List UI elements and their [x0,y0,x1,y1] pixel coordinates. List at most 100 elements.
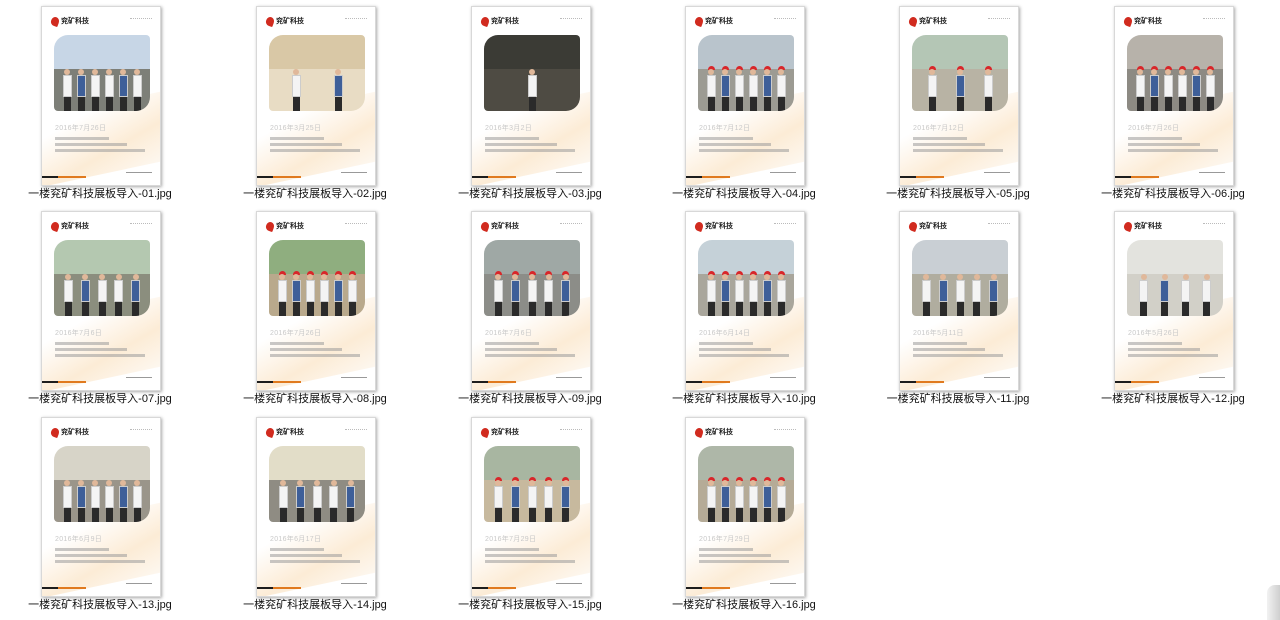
file-item[interactable]: 兖矿科技 2016年7月29日 一楼兖矿科技展板导入-15.jpg [430,411,630,611]
panel-date: 2016年7月6日 [485,330,533,337]
header-rule [345,223,367,226]
file-name-label[interactable]: 一楼兖矿科技展板导入-05.jpg [858,185,1058,201]
file-item[interactable]: 兖矿科技 2016年6月14日 一楼兖矿科技展板导入-10.jpg [644,205,844,405]
footer-mark [126,377,152,381]
file-item[interactable]: 兖矿科技 2016年7月6日 一楼兖矿科技展板导入-07.jpg [0,205,200,405]
panel-photo [484,35,580,111]
file-name-label[interactable]: 一楼兖矿科技展板导入-01.jpg [0,185,200,201]
brand-text: 兖矿科技 [705,429,733,436]
file-item[interactable]: 兖矿科技 2016年7月26日 一楼兖矿科技展板导入-06.jpg [1073,0,1273,200]
footer-mark [341,377,367,381]
file-item[interactable]: 兖矿科技 2016年3月2日 一楼兖矿科技展板导入-03.jpg [430,0,630,200]
panel-date: 2016年6月9日 [55,536,103,543]
panel-caption [55,342,145,360]
photo-person [955,66,965,111]
file-name-label[interactable]: 一楼兖矿科技展板导入-09.jpg [430,390,630,406]
file-thumbnail[interactable]: 兖矿科技 2016年7月29日 [471,417,591,597]
footer-mark [770,377,796,381]
file-thumbnail[interactable]: 兖矿科技 2016年3月2日 [471,6,591,186]
brand-logo: 兖矿科技 [907,15,947,27]
scroll-handle[interactable] [1267,585,1280,620]
panel-date: 2016年7月29日 [699,536,751,543]
file-thumbnail[interactable]: 兖矿科技 2016年7月6日 [471,211,591,391]
file-item[interactable]: 兖矿科技 2016年7月26日 一楼兖矿科技展板导入-01.jpg [0,0,200,200]
header-rule [988,18,1010,21]
footer-mark [770,583,796,587]
file-item[interactable]: 兖矿科技 2016年5月11日 一楼兖矿科技展板导入-11.jpg [858,205,1058,405]
panel-date: 2016年7月12日 [913,125,965,132]
file-name-label[interactable]: 一楼兖矿科技展板导入-06.jpg [1073,185,1273,201]
panel-caption [699,137,789,155]
file-thumbnail[interactable]: 兖矿科技 2016年5月11日 [899,211,1019,391]
footer-accent-bar [1115,176,1159,178]
photo-person [706,271,716,316]
photo-person [720,271,730,316]
file-item[interactable]: 兖矿科技 2016年7月12日一楼兖矿科技展板导入-05.jpg [858,0,1058,200]
flame-icon [1122,15,1134,27]
photo-person [776,271,786,316]
file-item[interactable]: 兖矿科技 2016年6月17日 一楼兖矿科技展板导入-14.jpg [215,411,415,611]
file-name-label[interactable]: 一楼兖矿科技展板导入-11.jpg [858,390,1058,406]
file-item[interactable]: 兖矿科技 2016年7月26日 一楼兖矿科技展板导入-08.jpg [215,205,415,405]
file-thumbnail[interactable]: 兖矿科技 2016年7月26日 [41,6,161,186]
header-rule [774,429,796,432]
flame-icon [264,15,276,27]
photo-person [748,271,758,316]
panel-date: 2016年7月26日 [270,330,322,337]
file-item[interactable]: 兖矿科技 2016年5月26日 一楼兖矿科技展板导入-12.jpg [1073,205,1273,405]
file-name-label[interactable]: 一楼兖矿科技展板导入-07.jpg [0,390,200,406]
photo-background [698,35,794,70]
file-name-label[interactable]: 一楼兖矿科技展板导入-13.jpg [0,596,200,612]
header-rule [560,223,582,226]
photo-person [114,274,124,316]
file-name-label[interactable]: 一楼兖矿科技展板导入-03.jpg [430,185,630,201]
photo-person [118,480,128,522]
flame-icon [693,426,705,438]
file-item[interactable]: 兖矿科技 2016年6月9日 一楼兖矿科技展板导入-13.jpg [0,411,200,611]
panel-caption [55,137,145,155]
photo-person [762,271,772,316]
panel-date: 2016年7月26日 [55,125,107,132]
photo-person [955,274,965,316]
file-thumbnail[interactable]: 兖矿科技 2016年7月26日 [256,211,376,391]
file-name-label[interactable]: 一楼兖矿科技展板导入-12.jpg [1073,390,1273,406]
photo-person [80,274,90,316]
file-name-label[interactable]: 一楼兖矿科技展板导入-14.jpg [215,596,415,612]
brand-text: 兖矿科技 [491,18,519,25]
photo-person [762,477,772,522]
file-thumbnail[interactable]: 兖矿科技 2016年3月25日 [256,6,376,186]
panel-photo [484,446,580,522]
file-name-label[interactable]: 一楼兖矿科技展板导入-04.jpg [644,185,844,201]
photo-person [720,477,730,522]
photo-person [76,69,86,111]
panel-photo [54,35,150,111]
photo-person [527,69,537,111]
file-thumbnail[interactable]: 兖矿科技 2016年7月29日 [685,417,805,597]
file-thumbnail[interactable]: 兖矿科技 2016年6月14日 [685,211,805,391]
file-name-label[interactable]: 一楼兖矿科技展板导入-08.jpg [215,390,415,406]
file-thumbnail[interactable]: 兖矿科技 2016年7月6日 [41,211,161,391]
file-name-label[interactable]: 一楼兖矿科技展板导入-16.jpg [644,596,844,612]
file-name-label[interactable]: 一楼兖矿科技展板导入-15.jpg [430,596,630,612]
panel-photo [54,446,150,522]
file-name-label[interactable]: 一楼兖矿科技展板导入-10.jpg [644,390,844,406]
file-item[interactable]: 兖矿科技 2016年7月6日 一楼兖矿科技展板导入-09.jpg [430,205,630,405]
photo-person [312,480,322,522]
panel-caption [699,548,789,566]
photo-background [269,35,365,70]
file-item[interactable]: 兖矿科技 2016年7月29日一楼兖矿科技展板导入-16.jpg [644,411,844,611]
photo-person [1160,274,1169,316]
file-thumbnail[interactable]: 兖矿科技 2016年5月26日 [1114,211,1234,391]
file-item[interactable]: 兖矿科技 2016年3月25日 一楼兖矿科技展板导入-02.jpg [215,0,415,200]
brand-text: 兖矿科技 [705,223,733,230]
flame-icon [49,15,61,27]
file-item[interactable]: 兖矿科技 2016年7月12日 一楼兖矿科技展板导入-04.jpg [644,0,844,200]
file-thumbnail[interactable]: 兖矿科技 2016年6月17日 [256,417,376,597]
file-thumbnail[interactable]: 兖矿科技 2016年7月12日 [899,6,1019,186]
file-thumbnail[interactable]: 兖矿科技 2016年7月26日 [1114,6,1234,186]
photo-person [493,271,503,316]
file-name-label[interactable]: 一楼兖矿科技展板导入-02.jpg [215,185,415,201]
file-thumbnail[interactable]: 兖矿科技 2016年7月12日 [685,6,805,186]
photo-person [104,69,114,111]
file-thumbnail[interactable]: 兖矿科技 2016年6月9日 [41,417,161,597]
